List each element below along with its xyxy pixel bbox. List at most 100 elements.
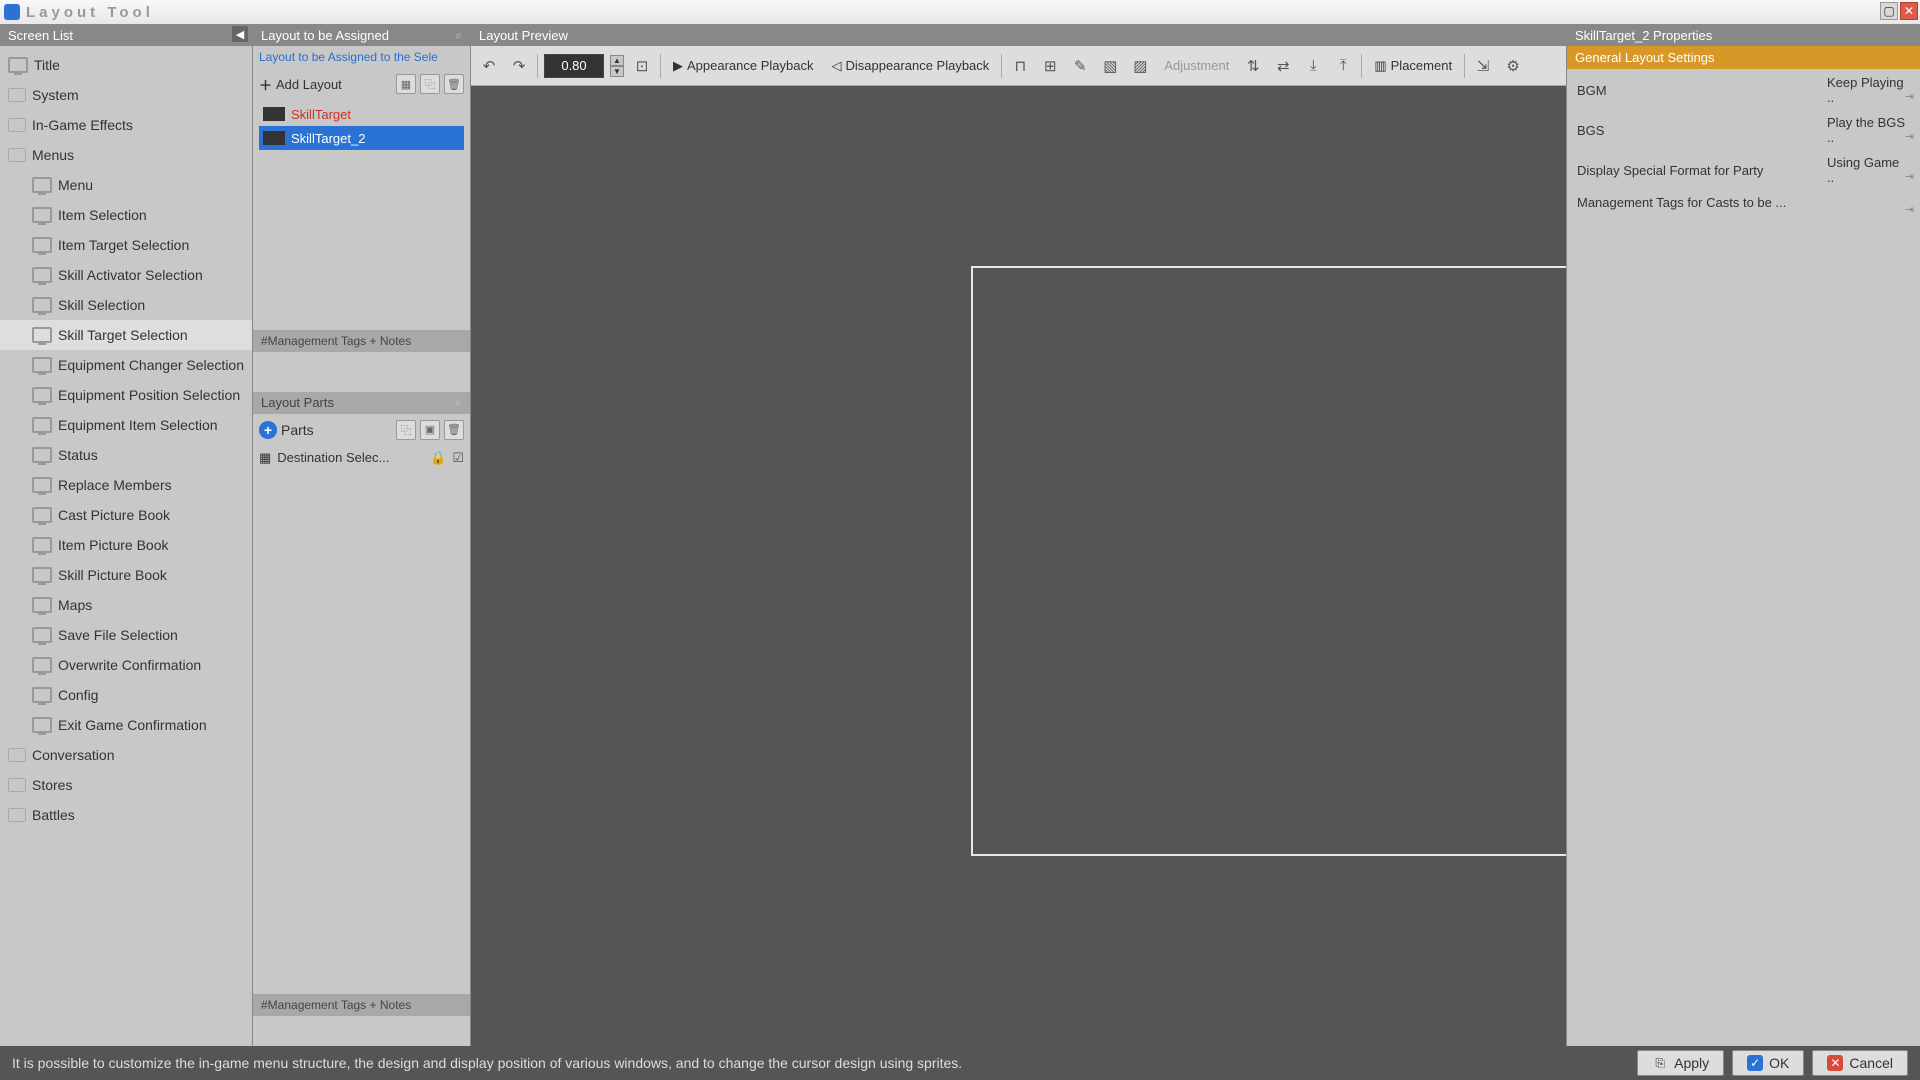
tree-item[interactable]: Overwrite Confirmation bbox=[0, 650, 252, 680]
fit-screen-icon[interactable]: ⊡ bbox=[630, 54, 654, 78]
search-icon[interactable]: ⌕ bbox=[455, 395, 462, 410]
property-row[interactable]: Display Special Format for PartyUsing Ga… bbox=[1569, 151, 1918, 189]
tree-item[interactable]: Stores bbox=[0, 770, 252, 800]
apply-button[interactable]: ⎘ Apply bbox=[1637, 1050, 1724, 1076]
search-icon[interactable]: ⌕ bbox=[455, 28, 462, 43]
tree-item[interactable]: Skill Target Selection bbox=[0, 320, 252, 350]
copy-icon[interactable]: ▣ bbox=[420, 420, 440, 440]
tree-item[interactable]: Item Picture Book bbox=[0, 530, 252, 560]
property-value[interactable]: Play the BGS ..⇥ bbox=[1819, 111, 1918, 149]
close-button[interactable]: ✕ bbox=[1900, 2, 1918, 20]
tree-item[interactable]: Save File Selection bbox=[0, 620, 252, 650]
copy-icon[interactable]: ⿻ bbox=[420, 74, 440, 94]
duplicate-icon[interactable]: ⿻ bbox=[396, 420, 416, 440]
property-key: Management Tags for Casts to be ... bbox=[1569, 191, 1817, 214]
disappearance-playback-button[interactable]: ◁ Disappearance Playback bbox=[825, 54, 995, 78]
tree-item[interactable]: Equipment Position Selection bbox=[0, 380, 252, 410]
management-tags-header-2: #Management Tags + Notes bbox=[253, 994, 470, 1016]
tree-item[interactable]: Skill Selection bbox=[0, 290, 252, 320]
screen-icon bbox=[32, 447, 52, 463]
ok-button[interactable]: ✓ OK bbox=[1732, 1050, 1804, 1076]
import-icon[interactable]: ⤓ bbox=[1301, 54, 1325, 78]
export-icon[interactable]: ⤒ bbox=[1331, 54, 1355, 78]
layout-thumb-icon bbox=[263, 131, 285, 145]
tree-item-label: System bbox=[32, 87, 79, 103]
folder-icon bbox=[8, 88, 26, 102]
swap-v-icon[interactable]: ⇅ bbox=[1241, 54, 1265, 78]
tree-item[interactable]: Config bbox=[0, 680, 252, 710]
property-row[interactable]: Management Tags for Casts to be ...⇥ bbox=[1569, 191, 1918, 214]
tree-item[interactable]: Battles bbox=[0, 800, 252, 830]
measure-icon[interactable]: ✎ bbox=[1068, 54, 1092, 78]
layout-assign-header: Layout to be Assigned ⌕ bbox=[253, 24, 470, 46]
tree-item[interactable]: Maps bbox=[0, 590, 252, 620]
checkbox-icon[interactable]: ☑ bbox=[452, 450, 464, 466]
layout-parts-header: Layout Parts ⌕ bbox=[253, 392, 470, 414]
cancel-button[interactable]: ✕ Cancel bbox=[1812, 1050, 1908, 1076]
tree-item[interactable]: Status bbox=[0, 440, 252, 470]
appearance-playback-button[interactable]: ▶ Appearance Playback bbox=[667, 54, 819, 78]
tree-item[interactable]: Equipment Changer Selection bbox=[0, 350, 252, 380]
tree-item[interactable]: Menu bbox=[0, 170, 252, 200]
property-value[interactable]: Using Game ..⇥ bbox=[1819, 151, 1918, 189]
tree-item[interactable]: Skill Activator Selection bbox=[0, 260, 252, 290]
property-value[interactable]: Keep Playing ..⇥ bbox=[1819, 71, 1918, 109]
preview-canvas[interactable]: Who to use it for? ▶heroHero AHero BElf … bbox=[471, 86, 1566, 1046]
layout-item[interactable]: SkillTarget_2 bbox=[259, 126, 464, 150]
fill-icon[interactable]: ▧ bbox=[1098, 54, 1122, 78]
placement-button[interactable]: ▥ Placement bbox=[1368, 54, 1458, 78]
tree-item[interactable]: Cast Picture Book bbox=[0, 500, 252, 530]
tree-item-label: Title bbox=[34, 57, 60, 73]
tree-item[interactable]: Exit Game Confirmation bbox=[0, 710, 252, 740]
tree-item[interactable]: Conversation bbox=[0, 740, 252, 770]
tree-item[interactable]: Equipment Item Selection bbox=[0, 410, 252, 440]
apply-icon: ⎘ bbox=[1652, 1055, 1668, 1071]
property-row[interactable]: BGMKeep Playing ..⇥ bbox=[1569, 71, 1918, 109]
zoom-input[interactable]: 0.80 bbox=[544, 54, 604, 78]
new-icon[interactable]: ▦ bbox=[396, 74, 416, 94]
tree-item[interactable]: Replace Members bbox=[0, 470, 252, 500]
zoom-up-icon[interactable]: ▲ bbox=[610, 55, 624, 66]
tree-item[interactable]: Item Target Selection bbox=[0, 230, 252, 260]
screen-icon bbox=[32, 657, 52, 673]
snap-icon[interactable]: ⊓ bbox=[1008, 54, 1032, 78]
add-parts-icon[interactable]: + bbox=[259, 421, 277, 439]
layout-item-label: SkillTarget bbox=[291, 107, 351, 122]
tree-item[interactable]: Title bbox=[0, 50, 252, 80]
screen-icon bbox=[32, 627, 52, 643]
property-key: BGS bbox=[1569, 111, 1817, 149]
grid-icon[interactable]: ⊞ bbox=[1038, 54, 1062, 78]
redo-icon[interactable]: ↷ bbox=[507, 54, 531, 78]
collapse-icon[interactable]: ◀ bbox=[232, 26, 248, 42]
property-row[interactable]: BGSPlay the BGS ..⇥ bbox=[1569, 111, 1918, 149]
undo-icon[interactable]: ↶ bbox=[477, 54, 501, 78]
tree-item-label: Skill Activator Selection bbox=[58, 267, 203, 283]
tree-item-label: Item Target Selection bbox=[58, 237, 189, 253]
zoom-down-icon[interactable]: ▼ bbox=[610, 66, 624, 77]
destination-selection[interactable]: ▦ Destination Selec... 🔒 ☑ bbox=[253, 446, 470, 470]
delete-icon[interactable]: 🗑 bbox=[444, 420, 464, 440]
delete-icon[interactable]: 🗑 bbox=[444, 74, 464, 94]
settings-icon[interactable]: ⚙ bbox=[1501, 54, 1525, 78]
layout-preview-header: Layout Preview bbox=[471, 24, 1566, 46]
link-icon[interactable]: ⇲ bbox=[1471, 54, 1495, 78]
tree-item-label: Equipment Changer Selection bbox=[58, 357, 244, 373]
layout-list: SkillTarget SkillTarget_2 bbox=[253, 100, 470, 152]
tree-item[interactable]: System bbox=[0, 80, 252, 110]
property-value[interactable]: ⇥ bbox=[1819, 191, 1918, 214]
screen-icon bbox=[32, 477, 52, 493]
play-icon: ▶ bbox=[673, 58, 683, 74]
tree-item[interactable]: Menus bbox=[0, 140, 252, 170]
layout-preview-panel: Layout Preview ↶ ↷ 0.80 ▲ ▼ ⊡ ▶ Appearan… bbox=[470, 24, 1566, 1046]
folder-icon bbox=[8, 118, 26, 132]
swap-h-icon[interactable]: ⇄ bbox=[1271, 54, 1295, 78]
highlight-icon[interactable]: ▨ bbox=[1128, 54, 1152, 78]
tree-item[interactable]: In-Game Effects bbox=[0, 110, 252, 140]
tree-item[interactable]: Skill Picture Book bbox=[0, 560, 252, 590]
add-layout-button[interactable]: ＋ Add Layout bbox=[259, 75, 342, 94]
layout-thumb-icon bbox=[263, 107, 285, 121]
maximize-button[interactable]: ▢ bbox=[1880, 2, 1898, 20]
lock-icon[interactable]: 🔒 bbox=[430, 450, 446, 466]
layout-item[interactable]: SkillTarget bbox=[259, 102, 464, 126]
tree-item[interactable]: Item Selection bbox=[0, 200, 252, 230]
